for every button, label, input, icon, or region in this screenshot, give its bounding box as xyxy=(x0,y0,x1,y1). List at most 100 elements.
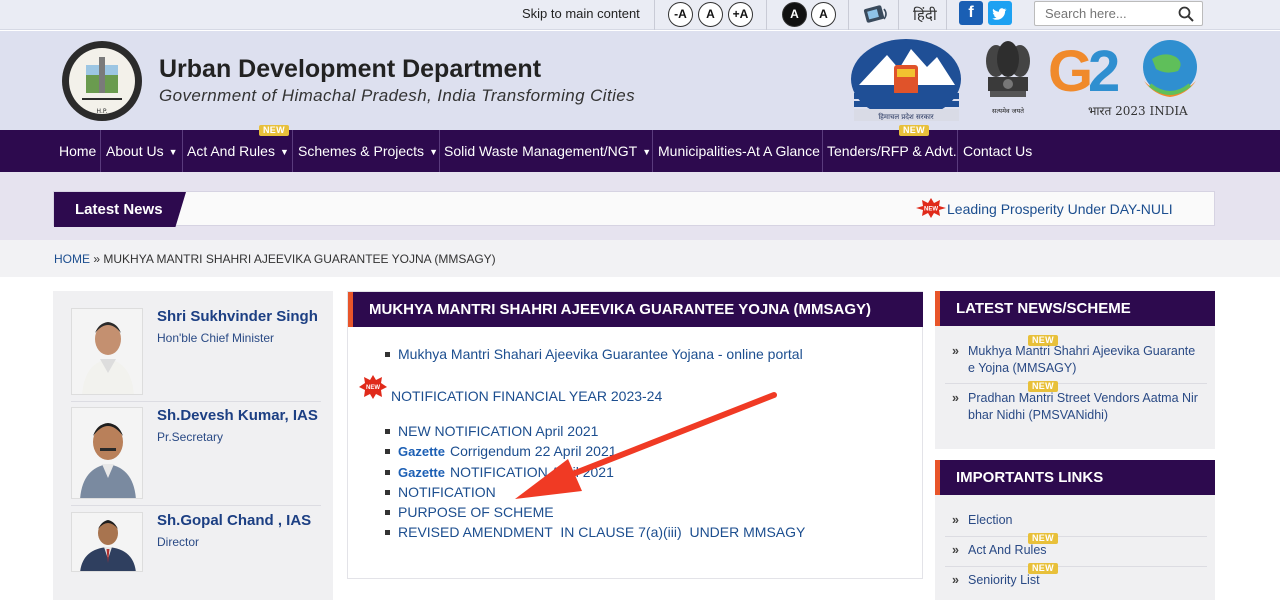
light-contrast-button[interactable]: A xyxy=(811,2,836,27)
svg-text:G: G xyxy=(1048,39,1093,104)
search-input[interactable] xyxy=(1035,2,1165,25)
nav-municipalities[interactable]: Municipalities-At A Glance xyxy=(658,130,820,172)
national-emblem-icon: सत्यमेव जयते xyxy=(986,41,1030,115)
new-flash-icon: NEW xyxy=(359,375,387,399)
important-links-heading: IMPORTANTS LINKS xyxy=(935,460,1215,495)
new-badge: NEW xyxy=(259,125,289,136)
official-name[interactable]: Sh.Gopal Chand , IAS xyxy=(157,512,311,529)
nav-divider xyxy=(957,130,958,172)
svg-text:NEW: NEW xyxy=(366,385,380,391)
nav-home[interactable]: Home xyxy=(59,130,96,172)
nav-solid-waste-management[interactable]: Solid Waste Management/NGT ▼ xyxy=(444,130,651,172)
chevron-down-icon: ▼ xyxy=(429,147,438,157)
divider xyxy=(848,0,849,30)
nav-divider xyxy=(182,130,183,172)
news-item[interactable]: » Mukhya Mantri Shahri Ajeevika Guarante… xyxy=(952,343,1202,377)
font-increase-button[interactable]: +A xyxy=(728,2,753,27)
chevron-right-icon: » xyxy=(952,513,959,527)
official-photo xyxy=(71,407,143,499)
nav-tenders[interactable]: Tenders/RFP & Advt. xyxy=(827,130,957,172)
important-links-panel: IMPORTANTS LINKS » Election NEW » Act An… xyxy=(935,460,1215,600)
gazette-label: Gazette xyxy=(398,465,445,480)
news-ticker-link[interactable]: Leading Prosperity Under DAY-NULI xyxy=(947,201,1173,217)
notification-heading: NOTIFICATION FINANCIAL YEAR 2023-24 xyxy=(391,388,663,404)
official-name[interactable]: Sh.Devesh Kumar, IAS xyxy=(157,407,318,424)
top-utility-bar: Skip to main content -A A +A A A हिंदी f xyxy=(0,0,1280,30)
chevron-right-icon: » xyxy=(952,573,959,587)
hindi-language-link[interactable]: हिंदी xyxy=(913,5,937,25)
facebook-icon[interactable]: f xyxy=(959,1,983,25)
svg-text:सत्यमेव जयते: सत्यमेव जयते xyxy=(992,107,1024,115)
twitter-icon[interactable] xyxy=(988,1,1012,25)
content-heading: MUKHYA MANTRI SHAHRI AJEEVIKA GUARANTEE … xyxy=(348,292,923,327)
important-link[interactable]: » Act And Rules xyxy=(952,542,1202,559)
news-item[interactable]: » Pradhan Mantri Street Vendors Aatma Ni… xyxy=(952,390,1202,424)
purpose-of-scheme-link[interactable]: PURPOSE OF SCHEME xyxy=(385,504,554,520)
divider xyxy=(898,0,899,30)
official-photo xyxy=(71,308,143,395)
dark-contrast-button[interactable]: A xyxy=(782,2,807,27)
search-icon[interactable] xyxy=(1178,6,1194,22)
document-link[interactable]: NEW NOTIFICATION April 2021 xyxy=(384,423,598,439)
text-to-speech-icon[interactable] xyxy=(862,4,890,24)
nav-act-and-rules[interactable]: Act And Rules ▼ xyxy=(187,130,289,172)
nav-divider xyxy=(652,130,653,172)
divider xyxy=(71,505,321,506)
nav-contact-us[interactable]: Contact Us xyxy=(963,130,1032,172)
chevron-right-icon: » xyxy=(952,344,959,358)
svg-text:2: 2 xyxy=(1088,39,1120,104)
department-title: Urban Development Department xyxy=(159,55,542,83)
font-decrease-button[interactable]: -A xyxy=(668,2,693,27)
news-ticker: Latest News NEW Leading Prosperity Under… xyxy=(53,191,1215,227)
chevron-down-icon: ▼ xyxy=(279,147,289,157)
divider xyxy=(654,0,655,30)
latest-news-band: Latest News NEW Leading Prosperity Under… xyxy=(0,172,1280,240)
new-flash-icon: NEW xyxy=(916,198,946,218)
nav-schemes-projects[interactable]: Schemes & Projects ▼ xyxy=(298,130,438,172)
department-subtitle: Government of Himachal Pradesh, India Tr… xyxy=(159,86,636,105)
officials-panel: Shri Sukhvinder Singh Hon'ble Chief Mini… xyxy=(53,291,333,600)
chevron-right-icon: » xyxy=(952,543,959,557)
document-link[interactable]: REVISED AMENDMENT IN CLAUSE 7(a)(iii) UN… xyxy=(384,524,805,540)
new-badge: NEW xyxy=(899,125,929,136)
official-role: Hon'ble Chief Minister xyxy=(157,331,275,345)
main-content-panel: MUKHYA MANTRI SHAHRI AJEEVIKA GUARANTEE … xyxy=(347,291,923,579)
latest-news-label: Latest News xyxy=(54,192,186,227)
breadcrumb-current: MUKHYA MANTRI SHAHRI AJEEVIKA GUARANTEE … xyxy=(103,252,496,266)
nav-about-us[interactable]: About Us ▼ xyxy=(106,130,178,172)
latest-news-scheme-heading: LATEST NEWS/SCHEME xyxy=(935,291,1215,326)
site-header: H.P. Urban Development Department Govern… xyxy=(0,31,1280,130)
nav-divider xyxy=(292,130,293,172)
chevron-down-icon: ▼ xyxy=(642,147,652,157)
nav-divider xyxy=(100,130,101,172)
divider xyxy=(766,0,767,30)
chevron-right-icon: » xyxy=(952,391,959,405)
document-link[interactable]: Gazette NOTIFICATION April 2021 xyxy=(385,464,614,480)
official-name[interactable]: Shri Sukhvinder Singh xyxy=(157,308,318,325)
latest-news-scheme-panel: LATEST NEWS/SCHEME NEW » Mukhya Mantri S… xyxy=(935,291,1215,449)
official-role: Pr.Secretary xyxy=(157,430,224,444)
himachal-government-logo: हिमाचल प्रदेश सरकार xyxy=(851,39,961,121)
breadcrumb-bar: HOME » MUKHYA MANTRI SHAHRI AJEEVIKA GUA… xyxy=(0,240,1280,277)
skip-to-main-link[interactable]: Skip to main content xyxy=(522,6,640,21)
important-link[interactable]: » Election xyxy=(952,512,1202,529)
breadcrumb: HOME » MUKHYA MANTRI SHAHRI AJEEVIKA GUA… xyxy=(54,252,496,266)
font-normal-button[interactable]: A xyxy=(698,2,723,27)
svg-text:H.P.: H.P. xyxy=(97,108,108,115)
divider xyxy=(71,401,321,402)
divider xyxy=(945,383,1207,384)
official-photo xyxy=(71,512,143,572)
department-logo[interactable]: H.P. xyxy=(60,39,144,123)
official-role: Director xyxy=(157,535,200,549)
chevron-down-icon: ▼ xyxy=(168,147,178,157)
important-link[interactable]: » Seniority List xyxy=(952,572,1202,589)
breadcrumb-home-link[interactable]: HOME xyxy=(54,252,90,266)
svg-text:हिमाचल प्रदेश सरकार: हिमाचल प्रदेश सरकार xyxy=(878,112,933,121)
portal-link[interactable]: Mukhya Mantri Shahari Ajeevika Guarantee… xyxy=(385,346,803,362)
gazette-label: Gazette xyxy=(398,444,445,459)
g20-logo: G 2 भारत 2023 INDIA xyxy=(1048,39,1197,118)
main-navigation: Home About Us ▼ Act And Rules ▼ NEW Scheme… xyxy=(0,125,1280,172)
document-link[interactable]: Gazette Corrigendum 22 April 2021 xyxy=(385,443,617,459)
document-link[interactable]: NOTIFICATION xyxy=(385,484,496,500)
nav-divider xyxy=(822,130,823,172)
